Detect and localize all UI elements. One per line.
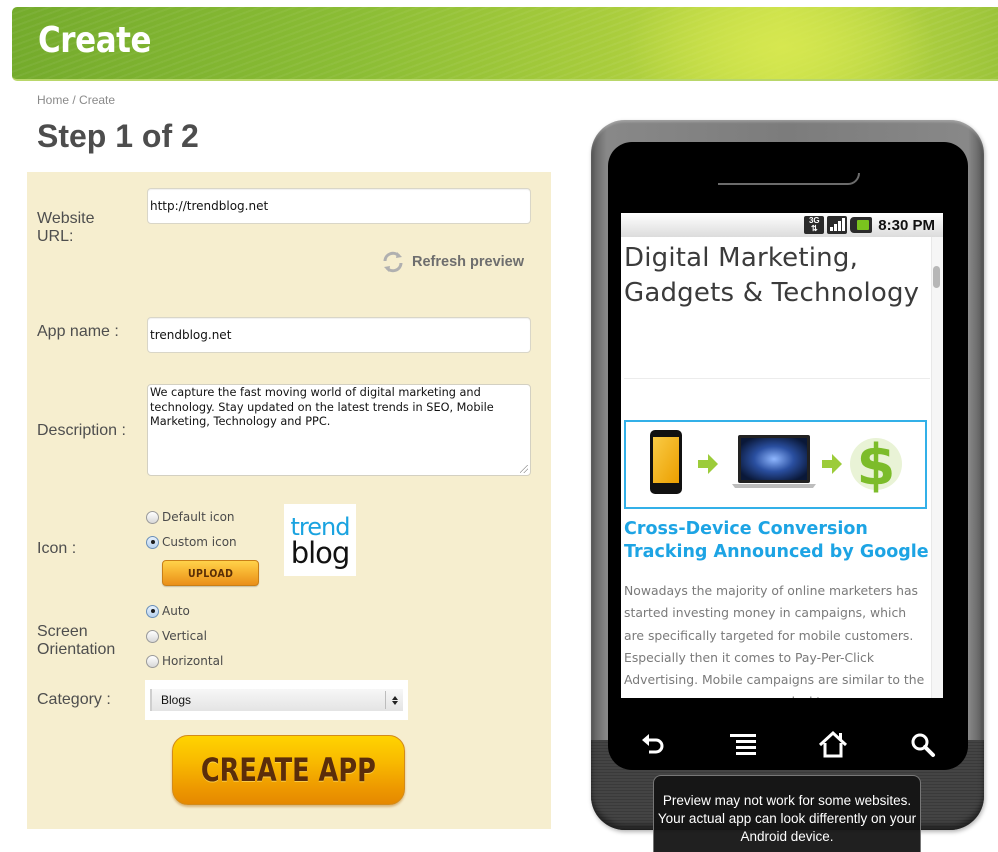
category-select-wrapper: Blogs: [145, 680, 408, 720]
menu-icon[interactable]: [726, 728, 760, 762]
phone-screen-preview[interactable]: 3G ⇅ 8:30 PM Digital Marketing, Gadgets &…: [621, 213, 943, 698]
category-select[interactable]: Blogs: [150, 689, 403, 711]
description-textarea[interactable]: We capture the fast moving world of digi…: [147, 384, 531, 476]
create-app-label: CREATE APP: [200, 751, 376, 789]
breadcrumb-current: Create: [79, 93, 116, 107]
description-value: We capture the fast moving world of digi…: [150, 386, 494, 428]
radio-orientation-vertical[interactable]: Vertical: [146, 629, 207, 643]
article-body: Nowadays the majority of online marketer…: [624, 583, 925, 698]
radio-label: Horizontal: [162, 654, 224, 668]
smartphone-icon: [650, 430, 682, 494]
svg-text:$: $: [857, 433, 896, 498]
refresh-preview-label: Refresh preview: [412, 254, 525, 270]
home-icon[interactable]: [816, 728, 850, 762]
laptop-icon: [732, 435, 816, 488]
create-app-button[interactable]: CREATE APP: [172, 735, 405, 805]
radio-orientation-horizontal[interactable]: Horizontal: [146, 654, 223, 668]
screen-scrollbar[interactable]: [931, 237, 943, 698]
website-url-label: Website URL:: [37, 210, 95, 245]
site-title: Digital Marketing, Gadgets & Technology: [624, 243, 920, 308]
page-header-title: Create: [38, 20, 152, 61]
radio-orientation-auto[interactable]: Auto: [146, 604, 190, 618]
status-bar: 3G ⇅ 8:30 PM: [621, 213, 943, 237]
radio-label: Default icon: [162, 510, 235, 524]
website-url-value: http://trendblog.net: [150, 199, 269, 213]
article-image[interactable]: $: [624, 420, 927, 509]
upload-button-label: UPLOAD: [187, 566, 234, 580]
step-title: Step 1 of 2: [37, 118, 199, 154]
app-name-input[interactable]: trendblog.net: [147, 317, 531, 353]
category-selected-value: Blogs: [161, 693, 192, 707]
radio-button[interactable]: [146, 654, 159, 668]
search-icon[interactable]: [906, 728, 940, 762]
breadcrumb-home[interactable]: Home: [37, 93, 69, 107]
breadcrumb: Home / Create: [37, 93, 115, 107]
upload-button[interactable]: UPLOAD: [162, 560, 259, 586]
article-image-graphic: $: [650, 430, 902, 498]
resize-grip-icon[interactable]: [520, 465, 528, 473]
arrow-right-icon: [698, 454, 718, 474]
screen-orientation-label: Screen Orientation: [37, 623, 116, 658]
radio-custom-icon[interactable]: Custom icon: [146, 535, 237, 549]
icon-label: Icon :: [37, 540, 77, 557]
back-icon[interactable]: [636, 728, 670, 762]
radio-button[interactable]: [146, 629, 159, 643]
app-name-label: App name :: [37, 323, 119, 340]
radio-label: Auto: [162, 604, 190, 618]
website-url-input[interactable]: http://trendblog.net: [147, 188, 531, 224]
network-3g-icon: 3G ⇅: [804, 216, 825, 234]
arrow-right-icon: [822, 454, 842, 474]
refresh-preview-button[interactable]: Refresh preview: [380, 249, 524, 275]
refresh-icon: [383, 251, 403, 273]
article-title-link[interactable]: Cross-Device Conversion Tracking Announc…: [624, 518, 934, 564]
radio-button-checked[interactable]: [146, 535, 159, 549]
radio-label: Custom icon: [162, 535, 237, 549]
app-icon-preview: trend blog: [284, 504, 356, 576]
description-label: Description :: [37, 422, 126, 439]
radio-label: Vertical: [162, 629, 207, 643]
battery-icon: [850, 217, 873, 233]
signal-icon: [827, 216, 848, 234]
radio-button[interactable]: [146, 510, 159, 524]
radio-button-checked[interactable]: [146, 604, 159, 618]
radio-default-icon[interactable]: Default icon: [146, 510, 235, 524]
header-banner: Create: [12, 7, 998, 81]
divider: [624, 378, 930, 379]
dollar-icon: $: [850, 433, 902, 498]
category-label: Category :: [37, 691, 111, 708]
breadcrumb-separator: /: [69, 93, 80, 107]
preview-notice-tooltip: Preview may not work for some websites. …: [653, 775, 921, 852]
app-name-value: trendblog.net: [150, 328, 232, 342]
create-app-form: Website URL: http://trendblog.net Refres…: [27, 172, 551, 829]
logo-text-blog: blog: [290, 536, 351, 570]
speaker-grille: [718, 173, 860, 185]
screen-scrollbar-thumb[interactable]: [933, 266, 940, 288]
phone-nav-bar: [608, 720, 968, 770]
status-time: 8:30 PM: [878, 216, 935, 234]
select-arrows-icon: [385, 691, 403, 709]
